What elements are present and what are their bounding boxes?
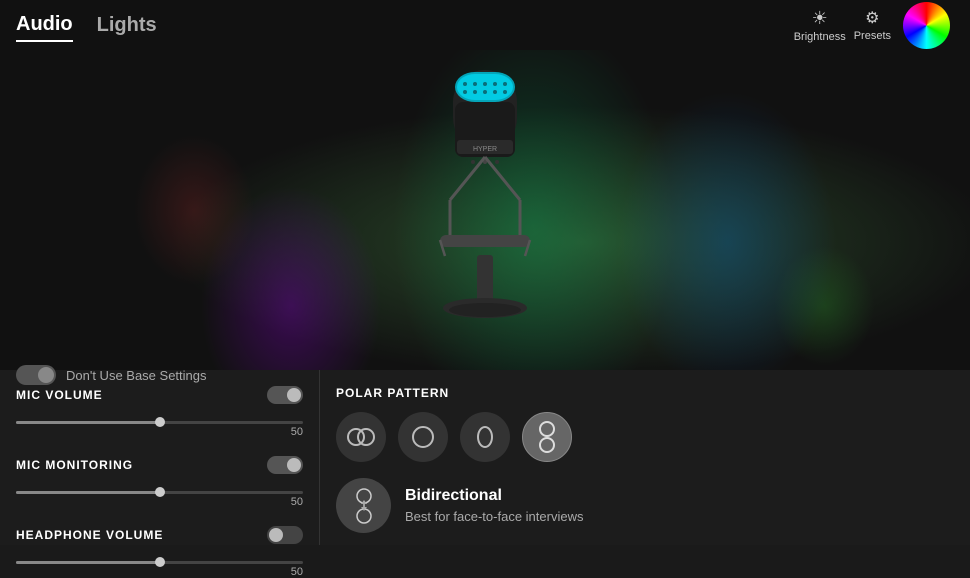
polar-stereo-button[interactable] xyxy=(336,412,386,462)
polar-omni-button[interactable] xyxy=(460,412,510,462)
polar-text: Bidirectional Best for face-to-face inte… xyxy=(405,487,583,524)
mic-volume-track: 50 xyxy=(16,421,303,424)
mic-volume-slider[interactable]: 50 xyxy=(16,412,303,432)
mic-volume-fill xyxy=(16,421,160,424)
presets-button[interactable]: ⚙ Presets xyxy=(854,8,891,42)
headphone-volume-fill xyxy=(16,561,160,564)
brightness-button[interactable]: ☀ Brightness xyxy=(794,8,846,43)
mic-volume-section: MIC VOLUME 50 xyxy=(16,386,303,432)
headphone-volume-track: 50 xyxy=(16,561,303,564)
left-panel: MIC VOLUME 50 MIC MONITORING xyxy=(0,370,320,545)
mic-volume-toggle[interactable] xyxy=(267,386,303,404)
headphone-volume-slider[interactable]: 50 xyxy=(16,552,303,572)
controls-panel: MIC VOLUME 50 MIC MONITORING xyxy=(0,370,970,545)
tab-lights[interactable]: Lights xyxy=(97,10,157,41)
polar-pattern-info: Bidirectional Best for face-to-face inte… xyxy=(336,478,954,533)
polar-pattern-title: POLAR PATTERN xyxy=(336,386,954,400)
polar-bidirectional-button[interactable] xyxy=(522,412,572,462)
headphone-volume-header: HEADPHONE VOLUME xyxy=(16,526,303,544)
mic-volume-thumb[interactable] xyxy=(155,417,165,427)
microphone-image: HYPER xyxy=(385,50,585,370)
tab-audio[interactable]: Audio xyxy=(16,9,73,42)
mic-monitoring-slider[interactable]: 50 xyxy=(16,482,303,502)
preset-thumbnail[interactable] xyxy=(899,0,954,53)
headphone-volume-section: HEADPHONE VOLUME 50 xyxy=(16,526,303,572)
headphone-volume-knob xyxy=(269,528,283,542)
base-settings-label: Don't Use Base Settings xyxy=(66,368,207,383)
mic-volume-value: 50 xyxy=(291,426,303,438)
polar-selected-icon xyxy=(336,478,391,533)
base-settings-toggle[interactable] xyxy=(16,365,56,385)
header-right: ☀ Brightness ⚙ Presets xyxy=(794,0,954,53)
polar-pattern-icons xyxy=(336,412,954,462)
mic-monitoring-track: 50 xyxy=(16,491,303,494)
headphone-volume-thumb[interactable] xyxy=(155,557,165,567)
headphone-volume-toggle[interactable] xyxy=(267,526,303,544)
mic-volume-title: MIC VOLUME xyxy=(16,388,103,402)
mic-monitoring-toggle[interactable] xyxy=(267,456,303,474)
mic-monitoring-knob xyxy=(287,458,301,472)
mic-monitoring-title: MIC MONITORING xyxy=(16,458,133,472)
svg-text:HYPER: HYPER xyxy=(473,146,497,153)
mic-volume-header: MIC VOLUME xyxy=(16,386,303,404)
mic-monitoring-fill xyxy=(16,491,160,494)
presets-label: Presets xyxy=(854,30,891,42)
headphone-volume-title: HEADPHONE VOLUME xyxy=(16,528,163,542)
mic-volume-knob xyxy=(287,388,301,402)
base-settings-toggle-row: Don't Use Base Settings xyxy=(16,365,207,385)
headphone-volume-value: 50 xyxy=(291,566,303,578)
sun-icon: ☀ xyxy=(812,8,828,29)
polar-cardioid-button[interactable] xyxy=(398,412,448,462)
mic-monitoring-value: 50 xyxy=(291,496,303,508)
polar-selected-description: Best for face-to-face interviews xyxy=(405,509,583,524)
right-panel: POLAR PATTERN xyxy=(320,370,970,545)
brightness-label: Brightness xyxy=(794,31,846,43)
mic-monitoring-section: MIC MONITORING 50 xyxy=(16,456,303,502)
polar-selected-name: Bidirectional xyxy=(405,487,583,505)
header: Audio Lights ☀ Brightness ⚙ Presets xyxy=(0,0,970,50)
mic-monitoring-header: MIC MONITORING xyxy=(16,456,303,474)
toggle-knob xyxy=(38,367,54,383)
nav-tabs: Audio Lights xyxy=(16,9,157,42)
sliders-icon: ⚙ xyxy=(865,8,879,28)
microphone-svg: HYPER xyxy=(405,60,565,360)
hero-section: HYPER xyxy=(0,50,970,370)
mic-monitoring-thumb[interactable] xyxy=(155,487,165,497)
